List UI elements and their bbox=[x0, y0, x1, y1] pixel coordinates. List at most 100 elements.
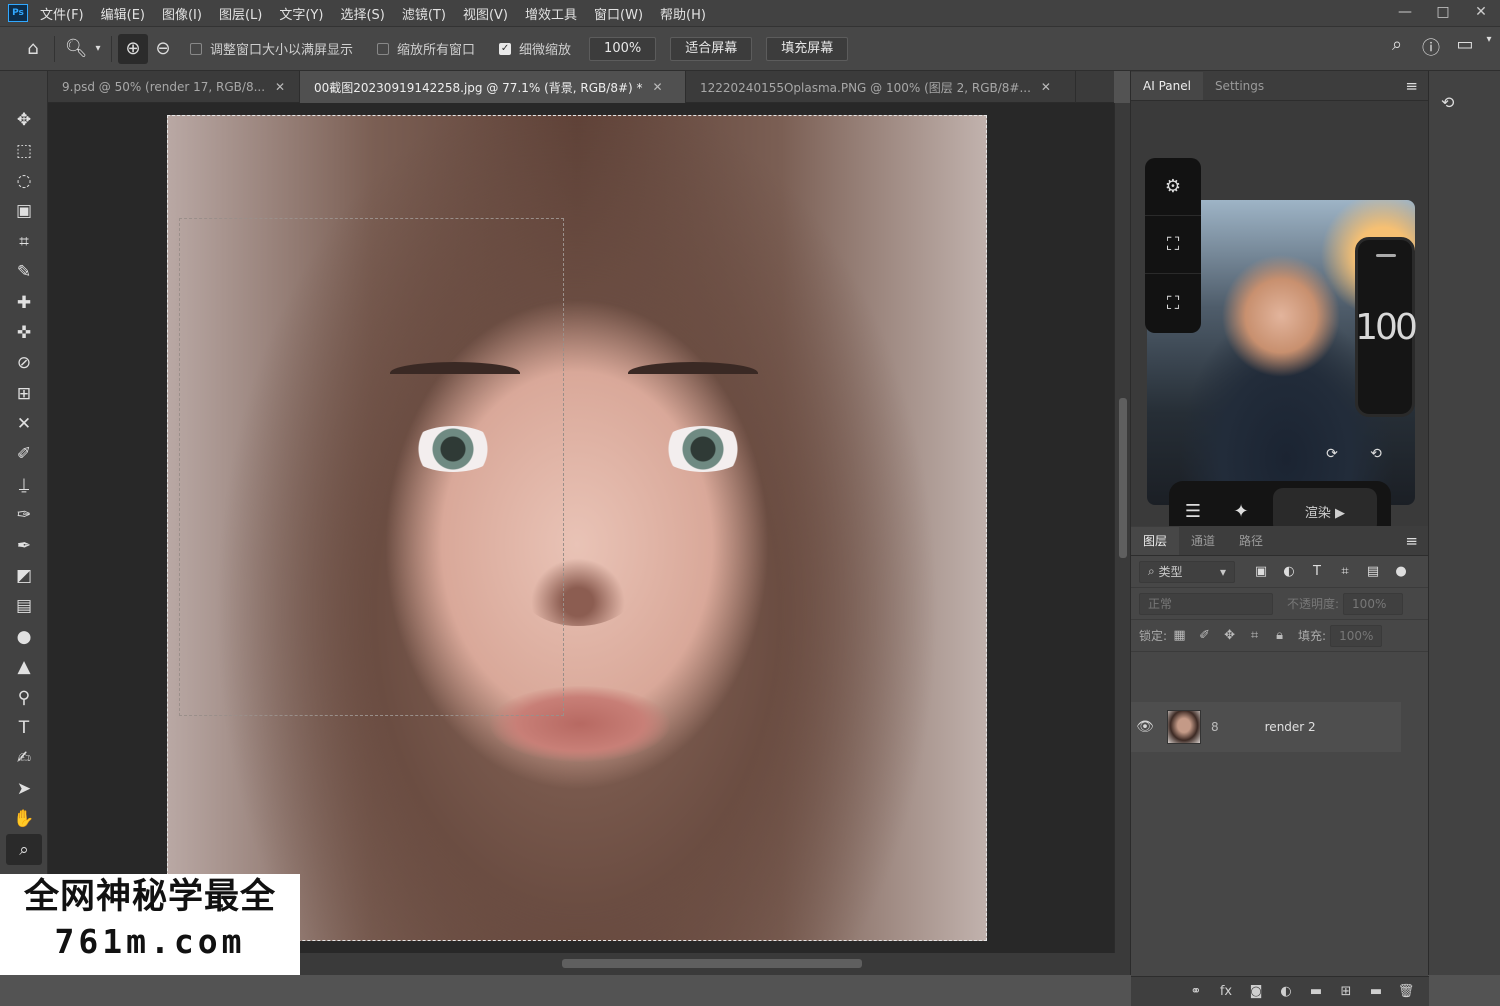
hierarchy-icon[interactable]: ⛶ bbox=[1145, 216, 1201, 274]
group-folder-icon[interactable]: ▬ bbox=[1301, 984, 1331, 999]
lock-pixels-icon[interactable]: ▦ bbox=[1167, 628, 1192, 643]
fill-screen-button[interactable]: 填充屏幕 bbox=[766, 36, 849, 61]
hand-tool-icon[interactable]: ✋ bbox=[0, 804, 48, 834]
object-select-tool-icon[interactable]: ▣ bbox=[0, 196, 48, 226]
menu-file[interactable]: 文件(F) bbox=[40, 4, 84, 23]
history-brush-icon[interactable]: ✑ bbox=[0, 500, 48, 530]
pixel-filter-icon[interactable]: ▣ bbox=[1247, 564, 1275, 579]
lock-paint-icon[interactable]: ✐ bbox=[1192, 628, 1217, 643]
menu-type[interactable]: 文字(Y) bbox=[279, 4, 323, 23]
canvas-area[interactable] bbox=[48, 103, 1114, 953]
path-select-icon[interactable]: ➤ bbox=[0, 774, 48, 804]
menu-select[interactable]: 选择(S) bbox=[340, 4, 384, 23]
menu-layer[interactable]: 图层(L) bbox=[219, 4, 262, 23]
crop-rotate-icon[interactable]: ⟲ bbox=[1361, 439, 1391, 469]
tab-doc-2[interactable]: 00截图20230919142258.jpg @ 77.1% (背景, RGB/… bbox=[300, 71, 686, 103]
list-icon[interactable]: ☰ bbox=[1169, 501, 1217, 522]
zoom-all-windows-checkbox[interactable]: 缩放所有窗口 bbox=[377, 39, 475, 58]
opacity-input[interactable]: 100% bbox=[1343, 592, 1404, 615]
minimize-button[interactable]: — bbox=[1386, 0, 1424, 27]
zoom-out-icon[interactable]: ⊖ bbox=[148, 34, 178, 64]
tab-layers[interactable]: 图层 bbox=[1131, 527, 1180, 555]
menu-edit[interactable]: 编辑(E) bbox=[101, 4, 145, 23]
menu-filter[interactable]: 滤镜(T) bbox=[402, 4, 446, 23]
menu-plugins[interactable]: 增效工具 bbox=[525, 4, 577, 23]
selection-marquee[interactable] bbox=[179, 218, 564, 716]
checkbox-box[interactable] bbox=[190, 42, 202, 55]
dodge-tool-icon[interactable]: ⚲ bbox=[0, 682, 48, 712]
tab-paths[interactable]: 路径 bbox=[1227, 527, 1275, 555]
checkbox-box[interactable] bbox=[377, 42, 390, 55]
fill-input[interactable]: 100% bbox=[1330, 624, 1383, 647]
blend-mode-select[interactable]: 正常 bbox=[1139, 592, 1273, 615]
home-icon[interactable]: ⌂ bbox=[18, 34, 48, 64]
sparkle-icon[interactable]: ✦ bbox=[1217, 501, 1265, 522]
fullscreen-icon[interactable]: ⛶ bbox=[1145, 274, 1201, 332]
trash-icon[interactable]: 🗑︎ bbox=[1391, 984, 1421, 999]
mixer-brush-icon[interactable]: ✒ bbox=[0, 530, 48, 560]
zoom-100-button[interactable]: 100% bbox=[589, 36, 657, 61]
tab-channels[interactable]: 通道 bbox=[1179, 527, 1227, 555]
eraser-tool-icon[interactable]: ◩ bbox=[0, 561, 48, 591]
history-panel-icon[interactable]: ⟲ bbox=[1441, 93, 1500, 112]
type-tool-icon[interactable]: T bbox=[0, 713, 48, 743]
ai-strength-slider[interactable]: 100 bbox=[1355, 237, 1418, 417]
zoom-tool-icon[interactable]: ⌕ bbox=[6, 834, 42, 865]
spot-heal-icon[interactable]: ✜ bbox=[0, 318, 48, 348]
layer-name[interactable]: render 2 bbox=[1265, 720, 1316, 734]
move-tool-icon[interactable]: ✥ bbox=[0, 105, 48, 135]
menu-help[interactable]: 帮助(H) bbox=[660, 4, 706, 23]
scrollbar-thumb[interactable] bbox=[562, 959, 862, 968]
bandage-icon[interactable]: ⊘ bbox=[0, 348, 48, 378]
brush-tool-icon[interactable]: ✐ bbox=[0, 439, 48, 469]
gradient-tool-icon[interactable]: ▤ bbox=[0, 591, 48, 621]
chevron-down-icon[interactable]: ▾ bbox=[91, 34, 105, 64]
slider-handle[interactable] bbox=[1376, 254, 1396, 257]
layer-row[interactable]: 👁︎ 8 render 2 bbox=[1131, 702, 1401, 752]
new-layer-icon[interactable]: ⊞ bbox=[1331, 984, 1361, 999]
stamp-tool-icon[interactable]: ⍊ bbox=[0, 470, 48, 500]
checkbox-checked-icon[interactable]: ✓ bbox=[499, 42, 512, 55]
sharpen-tool-icon[interactable]: ▲ bbox=[0, 652, 48, 682]
fx-icon[interactable]: fx bbox=[1211, 984, 1241, 999]
adjustment-icon[interactable]: ◐ bbox=[1271, 984, 1301, 999]
adjust-filter-icon[interactable]: ◐ bbox=[1275, 564, 1303, 579]
lock-position-icon[interactable]: ✥ bbox=[1217, 628, 1242, 643]
scrollbar-thumb[interactable] bbox=[1119, 398, 1127, 558]
scrubby-zoom-checkbox[interactable]: ✓ 细微缩放 bbox=[499, 39, 571, 58]
close-window-button[interactable]: ✕ bbox=[1462, 0, 1500, 27]
discover-icon[interactable]: ⓘ bbox=[1414, 34, 1448, 60]
chevron-down-icon[interactable]: ▾ bbox=[1482, 34, 1496, 60]
lasso-tool-icon[interactable]: ◌ bbox=[0, 166, 48, 196]
fit-screen-button[interactable]: 适合屏幕 bbox=[670, 36, 753, 61]
horizontal-scrollbar[interactable] bbox=[300, 953, 1130, 975]
close-icon[interactable]: ✕ bbox=[653, 80, 663, 94]
tab-ai-panel[interactable]: AI Panel bbox=[1131, 72, 1203, 100]
zoom-tool-preset-icon[interactable]: 🔍︎ bbox=[61, 34, 91, 64]
pen-tool-icon[interactable]: ✍ bbox=[0, 743, 48, 773]
layer-kind-filter[interactable]: ⌕ 类型 ▾ bbox=[1139, 560, 1235, 583]
gear-icon[interactable]: ⚙ bbox=[1145, 158, 1201, 216]
sparkle-cross-icon[interactable]: ✕ bbox=[0, 409, 48, 439]
menu-image[interactable]: 图像(I) bbox=[162, 4, 202, 23]
crop-tool-icon[interactable]: ⌗ bbox=[0, 227, 48, 257]
marquee-tool-icon[interactable]: ⬚ bbox=[0, 135, 48, 165]
mask-icon[interactable]: ◙ bbox=[1241, 984, 1271, 999]
link-layers-icon[interactable]: ⚭ bbox=[1181, 984, 1211, 999]
menu-view[interactable]: 视图(V) bbox=[463, 4, 508, 23]
eye-icon[interactable]: 👁︎ bbox=[1131, 719, 1159, 735]
zoom-in-icon[interactable]: ⊕ bbox=[118, 33, 148, 64]
healing-brush-icon[interactable]: ✚ bbox=[0, 287, 48, 317]
search-icon[interactable]: ⌕ bbox=[1380, 34, 1414, 60]
new-folder-icon[interactable]: ▬ bbox=[1361, 984, 1391, 999]
menu-window[interactable]: 窗口(W) bbox=[594, 4, 643, 23]
maximize-button[interactable]: □ bbox=[1424, 0, 1462, 27]
smart-filter-icon[interactable]: ▤ bbox=[1359, 564, 1387, 579]
resize-windows-checkbox[interactable]: 调整窗口大小以满屏显示 bbox=[190, 39, 353, 58]
refresh-icon[interactable]: ⟳ bbox=[1317, 439, 1347, 469]
tab-settings[interactable]: Settings bbox=[1203, 72, 1276, 100]
panel-menu-icon[interactable]: ≡ bbox=[1405, 77, 1418, 95]
shape-filter-icon[interactable]: ⌗ bbox=[1331, 564, 1359, 579]
frame-tool-icon[interactable]: ⊞ bbox=[0, 379, 48, 409]
toggle-filter-icon[interactable]: ● bbox=[1387, 564, 1415, 579]
